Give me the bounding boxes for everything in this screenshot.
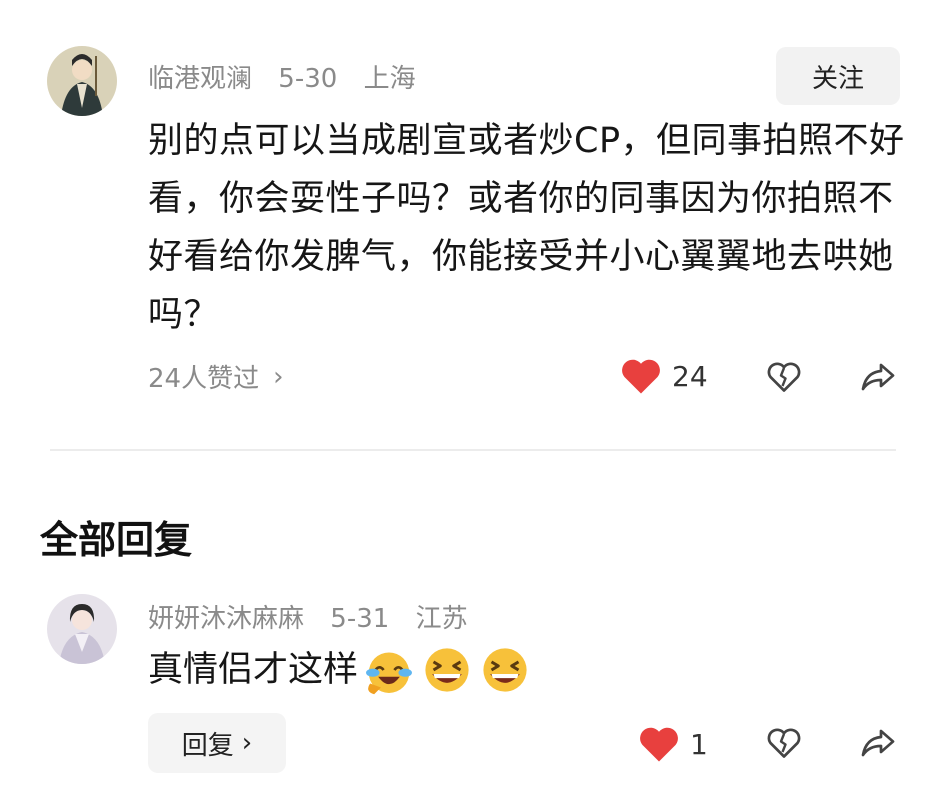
all-replies-heading: 全部回复 (40, 518, 193, 562)
grinning-squint-emoji-icon (425, 648, 469, 692)
woman-in-robe-avatar-icon (47, 594, 117, 664)
follow-button[interactable]: 关注 (776, 47, 900, 105)
reply-dislike-button[interactable] (766, 726, 802, 760)
commenter-meta: 临港观澜 5-30 上海 (148, 58, 434, 95)
reply-text: 真情侣才这样 (148, 650, 359, 690)
share-arrow-icon (861, 729, 895, 757)
reply-button[interactable]: 回复 › (148, 713, 286, 773)
comment-body: 别的点可以当成剧宣或者炒CP，但同事拍照不好看，你会耍性子吗？或者你的同事因为你… (148, 121, 905, 335)
reply-like-count: 1 (690, 727, 708, 761)
reply-share-button[interactable] (860, 726, 896, 760)
comment-dislike-button[interactable] (766, 360, 802, 394)
broken-heart-icon (767, 728, 801, 758)
grinning-squint-emoji-icon (483, 648, 527, 692)
reply-location: 江苏 (415, 604, 468, 634)
liked-by-label: 24人赞过 (148, 364, 260, 394)
reply-date: 5-31 (330, 604, 390, 634)
comment-like-count: 24 (672, 359, 708, 393)
replier-avatar[interactable] (47, 594, 117, 664)
broken-heart-icon (767, 362, 801, 392)
heart-filled-icon (640, 727, 678, 762)
man-in-robe-avatar-icon (47, 46, 117, 116)
chevron-right-icon: › (241, 728, 253, 758)
reply-body: 真情侣才这样 (148, 642, 532, 698)
comment-share-button[interactable] (860, 360, 896, 394)
liked-by-link[interactable]: 24人赞过 › (148, 358, 284, 395)
comment-location: 上海 (363, 64, 416, 94)
heart-filled-icon (622, 359, 660, 394)
reply-like-button[interactable]: 1 (638, 724, 708, 764)
chevron-right-icon: › (273, 361, 284, 392)
replier-username[interactable]: 妍妍沐沐麻麻 (148, 604, 304, 634)
replier-meta: 妍妍沐沐麻麻 5-31 江苏 (148, 598, 486, 635)
section-divider (50, 449, 896, 451)
laughing-crying-emoji-icon (366, 652, 412, 695)
commenter-username[interactable]: 临港观澜 (148, 64, 252, 94)
comment-date: 5-30 (278, 64, 338, 94)
commenter-avatar[interactable] (47, 46, 117, 116)
share-arrow-icon (861, 363, 895, 391)
reply-button-label: 回复 (181, 730, 234, 761)
comment-like-button[interactable]: 24 (620, 356, 708, 396)
